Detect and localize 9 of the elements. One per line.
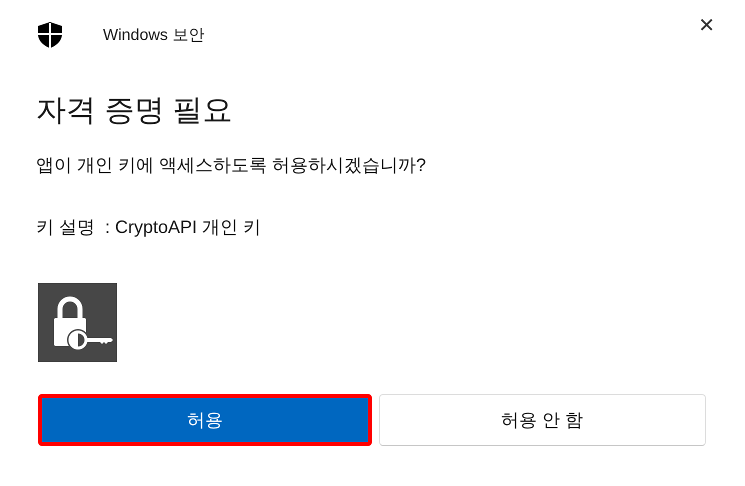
allow-button[interactable]: 허용	[38, 394, 372, 446]
key-description-value: : CryptoAPI 개인 키	[105, 216, 262, 239]
shield-icon	[37, 21, 63, 49]
window-title: Windows 보안	[103, 26, 204, 46]
key-description-label: 키 설명	[36, 216, 96, 239]
deny-button[interactable]: 허용 안 함	[378, 394, 706, 446]
close-button[interactable]: ✕	[692, 8, 721, 42]
question-text: 앱이 개인 키에 액세스하도록 허용하시겠습니까?	[36, 154, 428, 177]
dialog-heading: 자격 증명 필요	[36, 93, 234, 129]
